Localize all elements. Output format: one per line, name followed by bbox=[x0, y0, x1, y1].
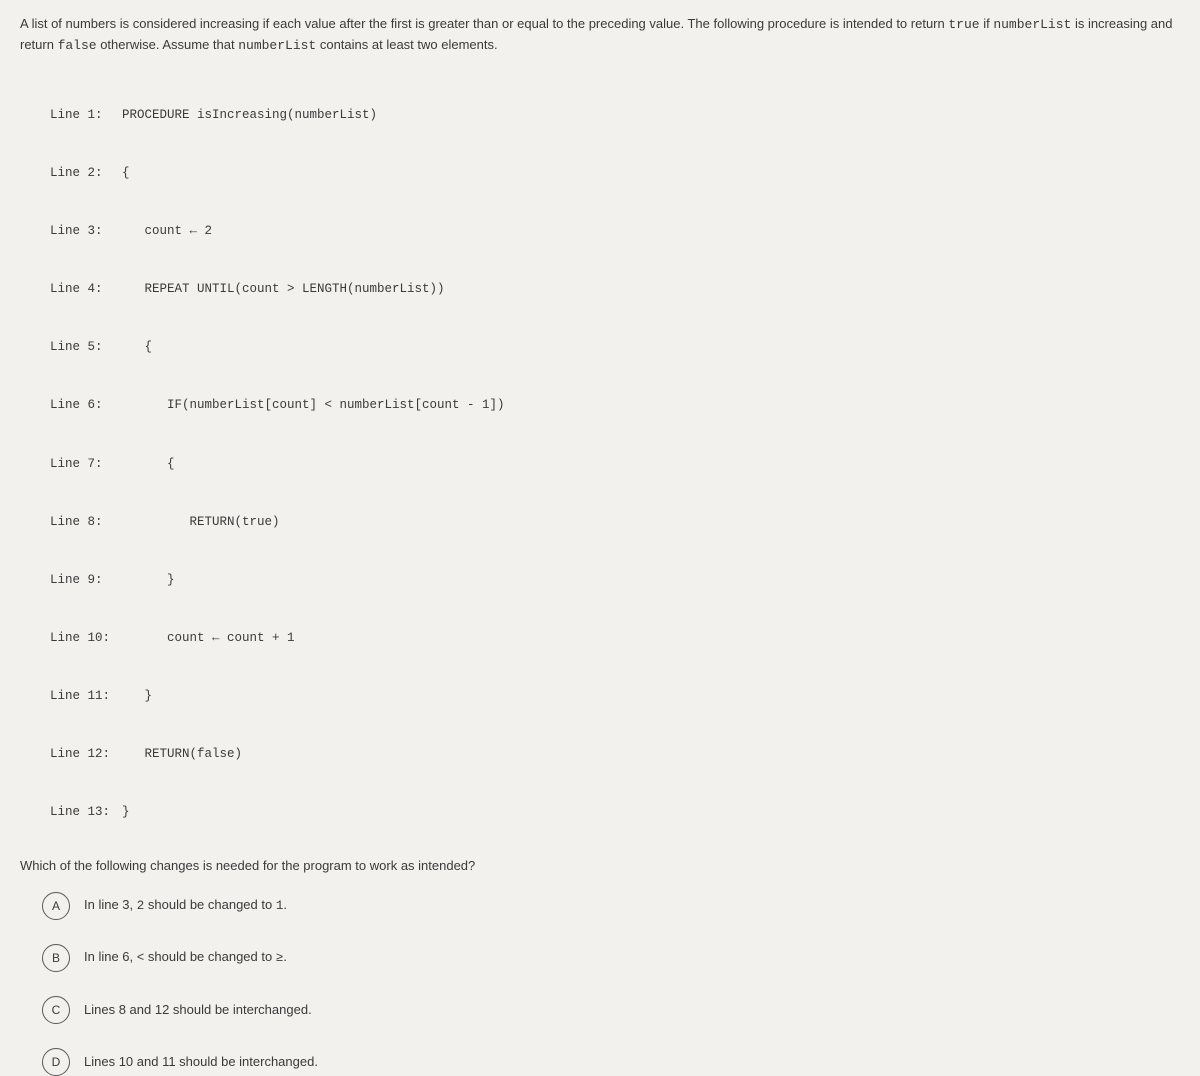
code-text: count ← 2 bbox=[122, 222, 212, 241]
code-line: Line 7: { bbox=[50, 455, 1180, 474]
code-line: Line 8: RETURN(true) bbox=[50, 513, 1180, 532]
code-line: Line 10: count ← count + 1 bbox=[50, 629, 1180, 648]
code-text: { bbox=[122, 164, 130, 183]
code-line: Line 13:} bbox=[50, 803, 1180, 822]
intro-text: A list of numbers is considered increasi… bbox=[20, 16, 948, 31]
code-line: Line 9: } bbox=[50, 571, 1180, 590]
line-number: Line 10: bbox=[50, 629, 122, 648]
code-line: Line 5: { bbox=[50, 338, 1180, 357]
intro-text: if bbox=[980, 16, 994, 31]
code-block: Line 1:PROCEDURE isIncreasing(numberList… bbox=[50, 67, 1180, 842]
choice-text-part: should be changed to bbox=[144, 949, 276, 964]
choice-text-part: . bbox=[283, 949, 287, 964]
answer-choices: A In line 3, 2 should be changed to 1. B… bbox=[42, 892, 1180, 1076]
code-text: } bbox=[122, 803, 130, 822]
choice-letter: D bbox=[42, 1048, 70, 1076]
choice-text: Lines 8 and 12 should be interchanged. bbox=[84, 1000, 312, 1020]
choice-c[interactable]: C Lines 8 and 12 should be interchanged. bbox=[42, 996, 1180, 1024]
choice-text-part: . bbox=[283, 897, 287, 912]
line-number: Line 9: bbox=[50, 571, 122, 590]
intro-numberlist: numberList bbox=[993, 17, 1071, 32]
choice-letter: C bbox=[42, 996, 70, 1024]
line-number: Line 11: bbox=[50, 687, 122, 706]
line-number: Line 1: bbox=[50, 106, 122, 125]
code-line: Line 1:PROCEDURE isIncreasing(numberList… bbox=[50, 106, 1180, 125]
code-line: Line 12: RETURN(false) bbox=[50, 745, 1180, 764]
code-text: PROCEDURE isIncreasing(numberList) bbox=[122, 106, 377, 125]
code-line: Line 2:{ bbox=[50, 164, 1180, 183]
intro-true: true bbox=[948, 17, 979, 32]
code-line: Line 3: count ← 2 bbox=[50, 222, 1180, 241]
line-number: Line 12: bbox=[50, 745, 122, 764]
choice-text-part: should be changed to bbox=[144, 897, 276, 912]
code-text: count ← count + 1 bbox=[122, 629, 295, 648]
choice-letter: A bbox=[42, 892, 70, 920]
code-text: { bbox=[122, 455, 175, 474]
question-intro: A list of numbers is considered increasi… bbox=[20, 14, 1180, 55]
code-text: RETURN(true) bbox=[122, 513, 280, 532]
line-number: Line 8: bbox=[50, 513, 122, 532]
choice-text-part: In line 6, bbox=[84, 949, 137, 964]
choice-text: In line 6, < should be changed to ≥. bbox=[84, 947, 287, 968]
code-text: IF(numberList[count] < numberList[count … bbox=[122, 396, 505, 415]
line-number: Line 7: bbox=[50, 455, 122, 474]
choice-a[interactable]: A In line 3, 2 should be changed to 1. bbox=[42, 892, 1180, 920]
choice-text: Lines 10 and 11 should be interchanged. bbox=[84, 1052, 318, 1072]
intro-false: false bbox=[58, 38, 97, 53]
line-number: Line 6: bbox=[50, 396, 122, 415]
intro-numberlist: numberList bbox=[238, 38, 316, 53]
choice-b[interactable]: B In line 6, < should be changed to ≥. bbox=[42, 944, 1180, 972]
line-number: Line 3: bbox=[50, 222, 122, 241]
intro-text: contains at least two elements. bbox=[316, 37, 497, 52]
line-number: Line 13: bbox=[50, 803, 122, 822]
choice-mono: 1 bbox=[276, 899, 284, 913]
choice-text: In line 3, 2 should be changed to 1. bbox=[84, 895, 287, 916]
code-text: } bbox=[122, 571, 175, 590]
line-number: Line 5: bbox=[50, 338, 122, 357]
code-line: Line 11: } bbox=[50, 687, 1180, 706]
choice-mono: < bbox=[137, 951, 145, 965]
line-number: Line 4: bbox=[50, 280, 122, 299]
intro-text: otherwise. Assume that bbox=[97, 37, 239, 52]
choice-mono: ≥ bbox=[276, 951, 284, 965]
choice-letter: B bbox=[42, 944, 70, 972]
choice-text-part: In line 3, bbox=[84, 897, 137, 912]
code-text: REPEAT UNTIL(count > LENGTH(numberList)) bbox=[122, 280, 445, 299]
code-text: { bbox=[122, 338, 152, 357]
code-text: } bbox=[122, 687, 152, 706]
code-line: Line 4: REPEAT UNTIL(count > LENGTH(numb… bbox=[50, 280, 1180, 299]
question-prompt: Which of the following changes is needed… bbox=[20, 856, 1180, 876]
choice-d[interactable]: D Lines 10 and 11 should be interchanged… bbox=[42, 1048, 1180, 1076]
line-number: Line 2: bbox=[50, 164, 122, 183]
code-text: RETURN(false) bbox=[122, 745, 242, 764]
choice-mono: 2 bbox=[137, 899, 145, 913]
code-line: Line 6: IF(numberList[count] < numberLis… bbox=[50, 396, 1180, 415]
